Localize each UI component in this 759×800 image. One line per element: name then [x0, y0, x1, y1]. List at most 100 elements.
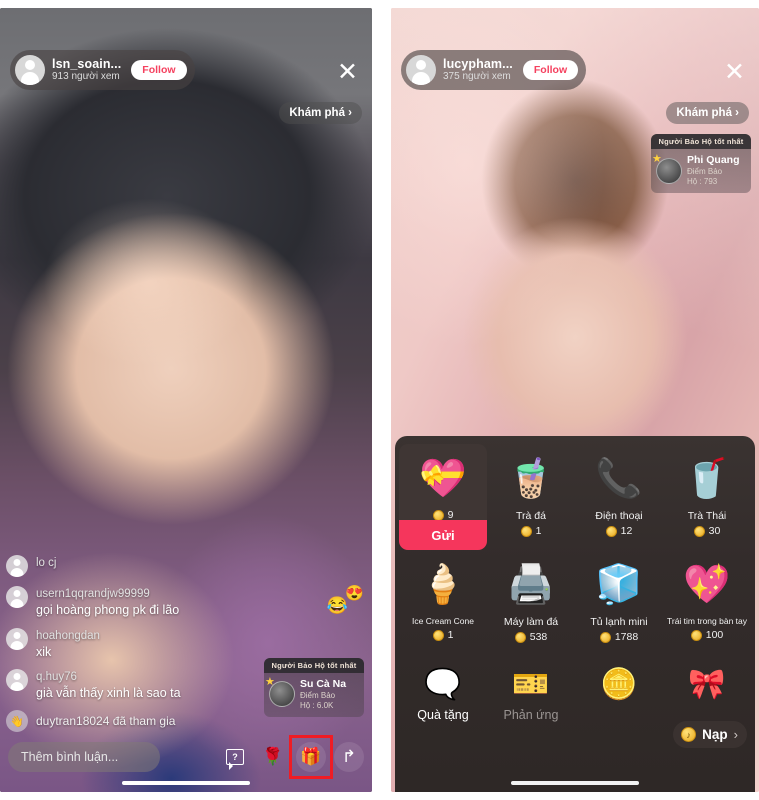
chevron-right-icon: ›: [733, 727, 738, 742]
coin-icon: ♪: [681, 727, 697, 742]
wave-hand-icon: 👋: [6, 710, 28, 732]
floating-emoji-heart-eyes-icon: 😍: [345, 585, 364, 602]
coin-icon: [599, 631, 611, 643]
gift-item[interactable]: 🥤 Trà Thái 30: [663, 444, 751, 550]
gift-price: 1: [520, 525, 542, 537]
comment-username: usern1qqrandjw99999: [36, 588, 150, 601]
comment-body: duytran18024 đã tham gia: [36, 710, 175, 732]
avatar: [15, 55, 45, 85]
ice-cream-cone-icon: 🍦: [419, 564, 467, 606]
left-bottom-bar: Thêm bình luận... ? 🌹 🎁 ↱: [0, 735, 372, 779]
gift-coin-amount: 1: [447, 629, 454, 641]
avatar: [406, 55, 436, 85]
bottom-action-icons: ? 🌹 🎁 ↱: [220, 735, 364, 779]
supporter-line1: Điểm Bảo: [687, 167, 723, 177]
supporter-body: ★ Phi Quang Điểm Bảo Hộ : 793: [651, 149, 751, 193]
gift-item[interactable]: 📞 Điện thoại 12: [575, 444, 663, 550]
gift-grid-row-2: 🍦 Ice Cream Cone 1 🖨️ Máy làm đá 538 🧊 T…: [399, 550, 751, 656]
winged-heart-icon: 💝: [419, 458, 467, 500]
gift-name: Trà Thái: [687, 510, 727, 522]
gift-price: 1: [432, 629, 454, 641]
send-gift-button[interactable]: Gửi: [399, 520, 487, 550]
close-icon[interactable]: ✕: [337, 60, 358, 85]
host-name: lucypham...: [443, 57, 513, 72]
avatar: [6, 668, 28, 691]
comment-body: hoahongdan xik: [36, 628, 100, 660]
rose-gift-icon[interactable]: 🌹: [258, 742, 288, 772]
gift-price: 100: [690, 629, 724, 641]
comment-username: hoahongdan: [36, 629, 100, 642]
gift-coin-amount: 538: [529, 631, 548, 643]
viewer-count: 913 người xem: [52, 71, 120, 83]
tab-reactions-label: Phản ứng: [503, 708, 559, 722]
thai-tea-icon: 🥤: [683, 458, 731, 500]
question-box-icon[interactable]: ?: [220, 742, 250, 772]
supporter-title: Người Bảo Hộ tốt nhất: [651, 134, 751, 149]
comment-body: lo cj: [36, 555, 56, 571]
share-icon[interactable]: ↱: [334, 742, 364, 772]
iced-tea-icon: 🧋: [507, 458, 555, 500]
supporter-text: Su Cà Na Điểm Bảo Hộ : 6.0K: [300, 678, 346, 711]
gift-icon[interactable]: 🎁: [289, 735, 333, 779]
gift-bubble-icon: 🗨️: [424, 667, 462, 701]
gift-grid-row-1: 💝 9 Gửi 🧋 Trà đá 1 📞 Điện thoại 12 🥤 Trà…: [399, 444, 751, 550]
coin-icon: [605, 525, 617, 537]
comment-text: già vẫn thấy xinh là sao ta: [36, 685, 181, 700]
crown-icon: ★: [652, 152, 662, 165]
gift-item[interactable]: 🧊 Tủ lạnh mini 1788: [575, 550, 663, 656]
comment-input[interactable]: Thêm bình luận...: [8, 742, 160, 772]
list-item: usern1qqrandjw99999 gọi hoàng phong pk đ…: [6, 586, 256, 618]
follow-button[interactable]: Follow: [131, 60, 187, 80]
host-meta: lucypham... 375 người xem: [443, 57, 513, 82]
comment-username: q.huy76: [36, 670, 77, 683]
gift-coin-amount: 1788: [614, 631, 639, 643]
join-message: duytran18024 đã tham gia: [36, 714, 176, 728]
coins-pile-item[interactable]: 🪙: [575, 658, 663, 736]
left-host-pill[interactable]: lsn_soain... 913 người xem Follow: [10, 50, 195, 90]
home-indicator: [122, 781, 250, 785]
left-live-stream-panel: lsn_soain... 913 người xem Follow ✕ Khám…: [0, 8, 372, 792]
gift-name: Trái tim trong bàn tay: [667, 616, 747, 626]
list-item: lo cj: [6, 555, 256, 578]
screenshot-stage: lsn_soain... 913 người xem Follow ✕ Khám…: [0, 0, 759, 800]
gift-price: 1788: [599, 631, 639, 643]
follow-button[interactable]: Follow: [522, 60, 579, 80]
gift-panel: 💝 9 Gửi 🧋 Trà đá 1 📞 Điện thoại 12 🥤 Trà…: [395, 436, 755, 792]
gift-price: 12: [605, 525, 632, 537]
gift-item[interactable]: 🖨️ Máy làm đá 538: [487, 550, 575, 656]
supporter-line2: Hộ : 6.0K: [300, 701, 334, 710]
right-host-pill[interactable]: lucypham... 375 người xem Follow: [401, 50, 587, 90]
supporter-title: Người Bảo Hộ tốt nhất: [264, 657, 364, 673]
recharge-label: Nạp: [702, 727, 728, 742]
avatar: [6, 586, 28, 609]
gift-coin-amount: 100: [705, 629, 724, 641]
gift-name: Tủ lạnh mini: [590, 616, 648, 628]
recharge-button[interactable]: ♪ Nạp ›: [673, 721, 747, 748]
gift-item[interactable]: 🍦 Ice Cream Cone 1: [399, 550, 487, 656]
list-item: 👋 duytran18024 đã tham gia: [6, 710, 256, 732]
comment-list[interactable]: lo cj usern1qqrandjw99999 gọi hoàng phon…: [6, 555, 256, 732]
supporter-avatar: ★: [652, 153, 682, 184]
avatar: [6, 555, 28, 578]
avatar: [6, 627, 28, 650]
gift-name: Trà đá: [516, 510, 546, 522]
gift-item[interactable]: 💖 Trái tim trong bàn tay 100: [663, 550, 751, 656]
top-supporter-badge[interactable]: Người Bảo Hộ tốt nhất ★ Su Cà Na Điểm Bả…: [264, 657, 364, 717]
top-supporter-badge[interactable]: Người Bảo Hộ tốt nhất ★ Phi Quang Điểm B…: [651, 134, 751, 194]
gift-item-selected[interactable]: 💝 9 Gửi: [399, 444, 487, 550]
comment-body: q.huy76 già vẫn thấy xinh là sao ta: [36, 669, 181, 701]
explore-button[interactable]: Khám phá ›: [279, 102, 362, 124]
list-item: hoahongdan xik: [6, 627, 256, 660]
gift-highlight-box: [289, 735, 333, 779]
heart-in-hands-icon: 💖: [683, 564, 731, 606]
coin-icon: [514, 631, 526, 643]
tab-gifts-label: Quà tặng: [417, 708, 469, 722]
explore-button[interactable]: Khám phá ›: [666, 102, 749, 124]
close-icon[interactable]: ✕: [724, 60, 745, 85]
tab-reactions[interactable]: 🎫 Phản ứng: [487, 658, 575, 736]
supporter-name: Phi Quang: [687, 154, 740, 166]
coin-icon: [432, 509, 444, 521]
gift-item[interactable]: 🧋 Trà đá 1: [487, 444, 575, 550]
tab-gifts[interactable]: 🗨️ Quà tặng: [399, 658, 487, 736]
gift-coin-amount: 1: [535, 525, 542, 537]
